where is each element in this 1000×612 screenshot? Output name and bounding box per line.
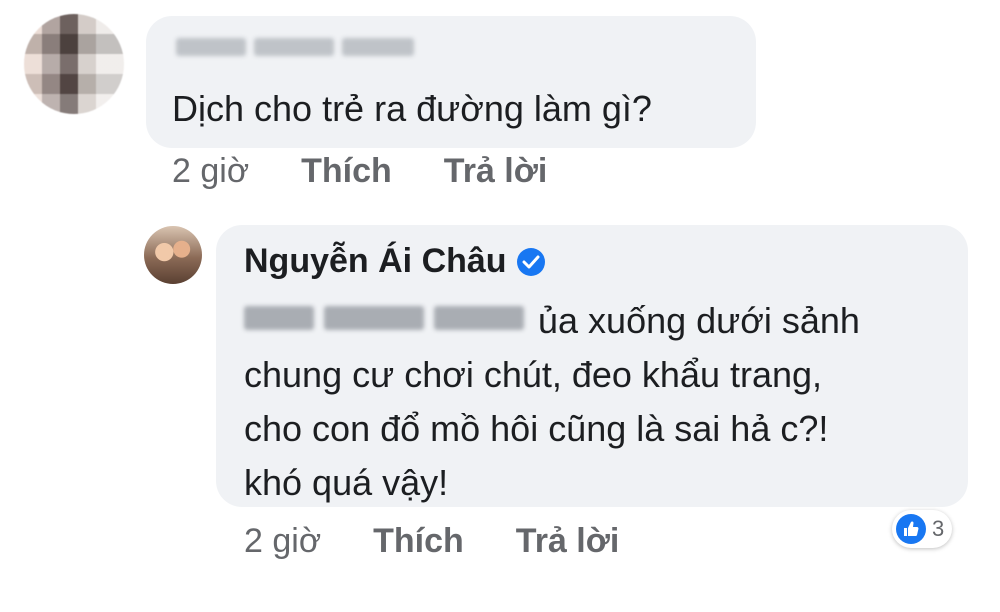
like-icon: [896, 514, 926, 544]
verified-badge-icon: [516, 247, 545, 276]
reply-reply-button[interactable]: Trả lời: [516, 522, 620, 561]
blurred-name-part: [254, 38, 334, 56]
comment-reply-button[interactable]: Trả lời: [444, 152, 548, 191]
reply-time[interactable]: 2 giờ: [244, 522, 321, 561]
blurred-mention-part: [244, 306, 314, 330]
comment-time[interactable]: 2 giờ: [172, 152, 249, 191]
blurred-mention[interactable]: [244, 306, 524, 330]
reply-text-line: chung cư chơi chút, đeo khẩu trang,: [244, 354, 823, 395]
reaction-badge[interactable]: 3: [892, 510, 953, 548]
reply-author-name[interactable]: Nguyễn Ái Châu: [244, 242, 507, 281]
blurred-name-part: [342, 38, 414, 56]
blurred-commenter-name[interactable]: [176, 38, 414, 56]
comment-like-button[interactable]: Thích: [301, 152, 392, 191]
blurred-mention-part: [324, 306, 424, 330]
reply-text-line: cho con đổ mồ hôi cũng là sai hả c?!: [244, 408, 829, 449]
reply-text-line: ủa xuống dưới sảnh: [538, 300, 860, 341]
reply-text-line: khó quá vậy!: [244, 462, 449, 503]
blurred-name-part: [176, 38, 246, 56]
blurred-mention-part: [434, 306, 524, 330]
comment-actions: 2 giờ Thích Trả lời: [172, 152, 547, 191]
reply-author-row: Nguyễn Ái Châu: [244, 242, 545, 281]
reply-author-avatar[interactable]: [144, 226, 202, 284]
reply-actions: 2 giờ Thích Trả lời: [244, 522, 619, 561]
reaction-count: 3: [932, 516, 945, 541]
pixelated-avatar-overlay: [24, 14, 124, 114]
reply-like-button[interactable]: Thích: [373, 522, 464, 561]
commenter-avatar[interactable]: [24, 14, 124, 114]
comment-text: Dịch cho trẻ ra đường làm gì?: [172, 88, 652, 129]
